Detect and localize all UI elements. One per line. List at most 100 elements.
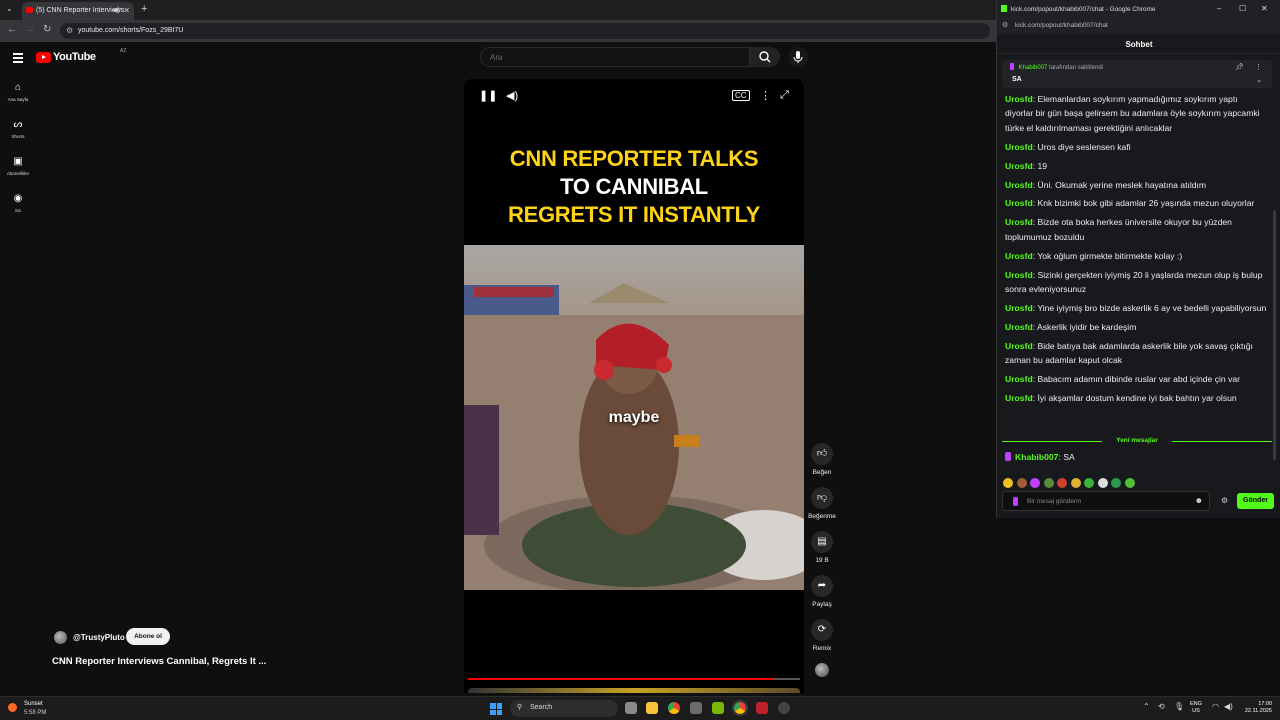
pin-icon[interactable]: 📌︎ xyxy=(1235,63,1244,71)
dislike-button[interactable]: 👎︎ Beğenme xyxy=(805,487,839,520)
chat-username[interactable]: Urosfd xyxy=(1005,142,1033,152)
audio-track-button[interactable] xyxy=(808,663,836,681)
chat-username[interactable]: Urosfd xyxy=(1005,217,1033,227)
channel-name[interactable]: @TrustyPluto xyxy=(73,633,125,642)
taskbar-search[interactable]: ⚲ Search xyxy=(510,700,618,717)
volume-tray-icon[interactable]: ◀) xyxy=(1224,702,1233,711)
chat-settings-gear-icon[interactable]: ⚙ xyxy=(1221,496,1228,505)
shorts-player[interactable]: ❚❚ ◀) CC ⋮ ⤢ CNN REPORTER TALKS TO CANNI… xyxy=(464,79,804,693)
emote-icon[interactable] xyxy=(1084,478,1094,488)
emoji-picker-icon[interactable]: ☻ xyxy=(1195,496,1203,505)
pinned-text: SA xyxy=(1012,76,1022,83)
site-info-icon[interactable]: ⚙ xyxy=(66,26,73,35)
store-icon[interactable] xyxy=(690,702,702,714)
windows-start-icon[interactable] xyxy=(490,703,502,715)
remix-button[interactable]: ⟳ Remix xyxy=(808,619,836,652)
wifi-icon[interactable]: ◠ xyxy=(1212,702,1219,711)
pause-icon[interactable]: ❚❚ xyxy=(479,89,497,102)
thumbs-down-icon: 👎︎ xyxy=(811,487,833,509)
new-messages-label: Yeni mesajlar xyxy=(1116,437,1158,444)
tray-mic-icon[interactable]: 🎙︎ xyxy=(1174,702,1184,711)
search-button[interactable] xyxy=(750,47,780,67)
file-explorer-icon[interactable] xyxy=(646,702,658,714)
chat-scrollbar[interactable] xyxy=(1273,210,1276,460)
close-icon[interactable]: ✕ xyxy=(1261,4,1268,13)
emote-icon[interactable] xyxy=(1070,478,1081,488)
chat-username[interactable]: Urosfd xyxy=(1005,393,1033,403)
chat-username[interactable]: Khabib007 xyxy=(1015,452,1058,462)
emote-icon[interactable] xyxy=(1043,478,1054,488)
tray-chevron-up-icon[interactable]: ⌃ xyxy=(1143,702,1150,711)
chat-text: Yine iyiymiş bro bizde askerlik 6 ay ve … xyxy=(1037,302,1267,313)
video-progress-bar[interactable] xyxy=(468,678,800,680)
emote-icon[interactable] xyxy=(1111,478,1121,488)
chrome-active-icon[interactable] xyxy=(732,700,748,716)
chat-username[interactable]: Urosfd xyxy=(1005,270,1033,280)
app-icon[interactable] xyxy=(778,702,790,714)
send-button[interactable]: Gönder xyxy=(1237,493,1274,509)
chrome-icon[interactable] xyxy=(668,702,680,714)
app-icon[interactable] xyxy=(756,702,768,714)
voice-search-button[interactable] xyxy=(788,47,808,67)
chat-username[interactable]: Urosfd xyxy=(1005,180,1033,190)
subscribe-button[interactable]: Abone ol xyxy=(126,628,170,645)
emote-icon[interactable] xyxy=(1057,478,1067,488)
channel-avatar[interactable] xyxy=(54,631,67,644)
tray-app-icon[interactable]: ⟲ xyxy=(1158,702,1165,711)
emote-icon[interactable] xyxy=(1003,478,1013,488)
chevron-down-icon[interactable]: ⌄ xyxy=(1256,76,1262,84)
sidebar-item-home[interactable]: ⌂ Ana Sayfa xyxy=(0,82,36,102)
forward-arrow-icon[interactable]: → xyxy=(25,24,35,35)
clock[interactable]: 17:00 22.11.2025 xyxy=(1238,701,1272,715)
captions-icon[interactable]: CC xyxy=(732,90,750,101)
emote-icon[interactable] xyxy=(1097,478,1108,488)
tab-close-icon[interactable]: ✕ xyxy=(123,6,130,15)
sidebar-item-shorts[interactable]: ᔕ Shorts xyxy=(0,119,36,139)
chat-message: Urosfd: Askerlik iyidir be kardeşim xyxy=(1005,321,1137,332)
input-language[interactable]: ENG US xyxy=(1190,701,1202,715)
chat-username[interactable]: Urosfd xyxy=(1005,341,1033,351)
chat-username[interactable]: Urosfd xyxy=(1005,161,1033,171)
back-arrow-icon[interactable]: ← xyxy=(7,24,17,35)
site-info-icon[interactable]: ⚙ xyxy=(1002,21,1008,29)
user-icon: ◉ xyxy=(13,193,23,204)
sidebar-item-subscriptions[interactable]: ▣ Abonelikler xyxy=(0,156,36,176)
tab-search-chevron-icon[interactable]: ⌄ xyxy=(6,4,13,13)
chat-username[interactable]: Urosfd xyxy=(1005,303,1033,313)
search-input[interactable]: Ara xyxy=(480,47,750,67)
volume-icon[interactable]: ◀) xyxy=(506,89,518,102)
fullscreen-icon[interactable]: ⤢ xyxy=(780,89,789,102)
chat-username[interactable]: Urosfd xyxy=(1005,374,1033,384)
more-options-icon[interactable]: ⋮ xyxy=(760,89,771,102)
new-tab-plus-icon[interactable]: + xyxy=(141,3,147,15)
share-button[interactable]: ➦ Paylaş xyxy=(808,575,836,608)
menu-hamburger-icon[interactable] xyxy=(13,53,23,65)
chat-input[interactable]: Bir mesaj gönderin ☻ xyxy=(1002,491,1210,511)
video-title[interactable]: CNN Reporter Interviews Cannibal, Regret… xyxy=(52,656,266,667)
chat-username[interactable]: Urosfd xyxy=(1005,322,1033,332)
emote-icon[interactable] xyxy=(1124,478,1135,488)
chat-username[interactable]: Urosfd xyxy=(1005,251,1033,261)
sidebar-item-you[interactable]: ◉ Siz xyxy=(0,193,36,213)
browser-tab-youtube[interactable]: (5) CNN Reporter Interviews ◀) ✕ xyxy=(22,2,134,20)
next-short-thumbnail[interactable] xyxy=(468,688,800,693)
like-button[interactable]: 👍︎ Beğen xyxy=(808,443,836,476)
pinned-message[interactable]: Khabib007 tarafından sabitlendi SA 📌︎ ⋮ … xyxy=(1002,60,1272,88)
comments-button[interactable]: ▤ 19 B xyxy=(808,531,836,564)
chat-username[interactable]: Urosfd xyxy=(1005,198,1033,208)
more-options-icon[interactable]: ⋮ xyxy=(1255,63,1262,71)
chat-username[interactable]: Urosfd xyxy=(1005,94,1033,104)
emote-icon[interactable] xyxy=(1030,478,1040,488)
kick-address-bar[interactable]: ⚙ kick.com/popout/khabib007/chat xyxy=(997,18,1280,34)
clock-date: 22.11.2025 xyxy=(1244,708,1272,714)
reload-icon[interactable]: ↻ xyxy=(43,24,51,35)
minimize-icon[interactable]: – xyxy=(1217,4,1221,13)
nvidia-icon[interactable] xyxy=(712,702,724,714)
kick-url: kick.com/popout/khabib007/chat xyxy=(1015,22,1108,29)
maximize-icon[interactable]: ☐ xyxy=(1239,4,1246,13)
emote-icon[interactable] xyxy=(1016,478,1027,488)
chat-text: Knk bizimki bok gibi adamlar 26 yaşında … xyxy=(1037,198,1255,209)
tab-audio-icon[interactable]: ◀) xyxy=(112,6,120,14)
task-view-icon[interactable] xyxy=(625,702,637,714)
address-bar[interactable]: ⚙ youtube.com/shorts/Fozs_29BI7U xyxy=(60,23,990,39)
